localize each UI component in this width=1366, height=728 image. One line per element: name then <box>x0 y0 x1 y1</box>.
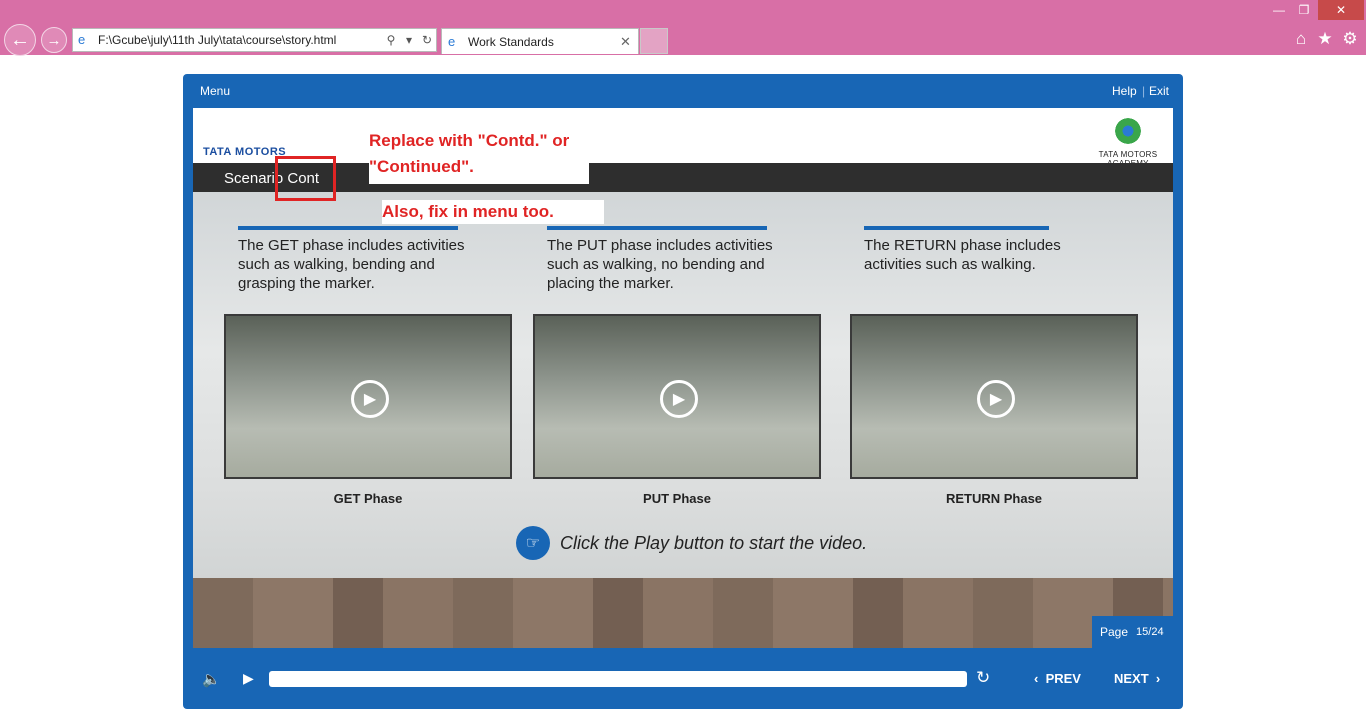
ie-icon: e <box>78 32 86 47</box>
replay-icon[interactable]: ↻ <box>976 668 990 688</box>
browser-chrome: ← → e F:\Gcube\july\11th July\tata\cours… <box>0 0 1366 56</box>
refresh-icon[interactable]: ↻ <box>418 33 436 47</box>
phase-label: RETURN Phase <box>945 491 1043 506</box>
phase-description: The RETURN phase includes activities suc… <box>864 237 1061 273</box>
dropdown-icon[interactable]: ▾ <box>400 33 418 47</box>
search-icon[interactable]: ⚲ <box>382 33 400 47</box>
page-label: Page <box>1100 625 1129 639</box>
page-number: 15/24 <box>1136 626 1164 638</box>
ie-icon: e <box>448 34 456 49</box>
video-thumbnail[interactable]: ▶ <box>224 314 512 479</box>
annotation-highlight-box <box>275 156 336 201</box>
wood-floor-background <box>193 578 1173 648</box>
minimize-icon[interactable]: — <box>1268 0 1290 20</box>
play-pause-button[interactable]: ▶ <box>243 670 254 687</box>
browser-tab[interactable]: e Work Standards ✕ <box>441 28 639 54</box>
phase-label: GET Phase <box>333 491 403 506</box>
hint-text: Click the Play button to start the video… <box>560 532 868 553</box>
prev-label: PREV <box>1045 671 1081 686</box>
new-tab-button[interactable] <box>640 28 668 54</box>
seek-bar[interactable] <box>269 671 967 687</box>
back-arrow-icon[interactable]: ← <box>4 24 36 56</box>
restore-icon[interactable]: ❐ <box>1293 0 1315 20</box>
annotation-note: Also, fix in menu too. <box>382 200 604 224</box>
help-button[interactable]: Help <box>1112 84 1137 98</box>
slide-header <box>193 108 1173 163</box>
divider <box>238 226 458 230</box>
video-thumbnail[interactable]: ▶ <box>850 314 1138 479</box>
separator: | <box>1142 84 1146 98</box>
phase-description: The GET phase includes activities such a… <box>238 237 465 292</box>
academy-logo: TATA MOTORS ACADEMY <box>1088 116 1168 168</box>
next-button[interactable]: NEXT › <box>1114 671 1160 686</box>
close-tab-icon[interactable]: ✕ <box>620 34 638 50</box>
slide: TATA MOTORS TATA MOTORS ACADEMY Scenario… <box>193 108 1173 648</box>
play-icon[interactable]: ▶ <box>660 380 698 418</box>
star-icon[interactable]: ★ <box>1315 29 1335 49</box>
annotation-note: Replace with "Contd." or "Continued". <box>369 124 589 184</box>
course-player: Menu Help | Exit TATA MOTORS TATA MOTORS… <box>183 74 1183 709</box>
video-thumbnail[interactable]: ▶ <box>533 314 821 479</box>
close-window-icon[interactable]: ✕ <box>1318 0 1364 20</box>
play-icon[interactable]: ▶ <box>977 380 1015 418</box>
tab-title: Work Standards <box>468 34 554 49</box>
tata-motors-logo: TATA MOTORS <box>203 146 287 158</box>
play-icon[interactable]: ▶ <box>351 380 389 418</box>
address-bar[interactable]: e F:\Gcube\july\11th July\tata\course\st… <box>72 28 437 52</box>
divider <box>864 226 1049 230</box>
hand-pointer-icon: ☞ <box>516 526 550 560</box>
forward-arrow-icon[interactable]: → <box>41 27 67 53</box>
phase-description: The PUT phase includes activities such a… <box>547 237 773 292</box>
play-hint: ☞ Click the Play button to start the vid… <box>516 526 867 560</box>
exit-button[interactable]: Exit <box>1149 84 1169 98</box>
home-icon[interactable]: ⌂ <box>1291 29 1311 49</box>
tree-icon <box>1113 116 1143 146</box>
page-indicator: Page 15/24 <box>1092 616 1173 648</box>
volume-icon[interactable]: 🔈 <box>202 670 221 688</box>
title-bar: Scenario Cont <box>193 163 1173 192</box>
prev-button[interactable]: ‹ PREV <box>1034 671 1081 686</box>
menu-button[interactable]: Menu <box>200 84 230 98</box>
divider <box>547 226 767 230</box>
next-label: NEXT <box>1114 671 1149 686</box>
gear-icon[interactable]: ⚙ <box>1340 29 1360 49</box>
address-text[interactable]: F:\Gcube\july\11th July\tata\course\stor… <box>98 33 382 47</box>
phase-label: PUT Phase <box>643 491 711 506</box>
